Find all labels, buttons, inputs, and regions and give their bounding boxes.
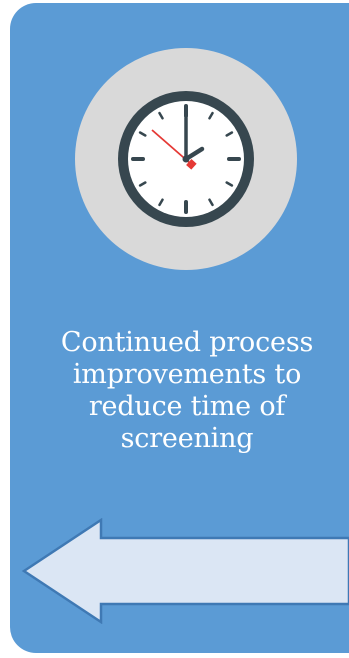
caption-line: reduce time of bbox=[88, 391, 286, 422]
clock-badge bbox=[75, 48, 297, 270]
caption-line: screening bbox=[120, 423, 254, 454]
caption-line: Continued process bbox=[60, 327, 314, 358]
clock-icon bbox=[118, 91, 254, 227]
arrow-left-icon bbox=[21, 518, 349, 624]
caption-line: improvements to bbox=[72, 359, 302, 390]
card-caption: Continued process improvements to reduce… bbox=[22, 327, 349, 455]
page: Continued process improvements to reduce… bbox=[0, 0, 349, 658]
